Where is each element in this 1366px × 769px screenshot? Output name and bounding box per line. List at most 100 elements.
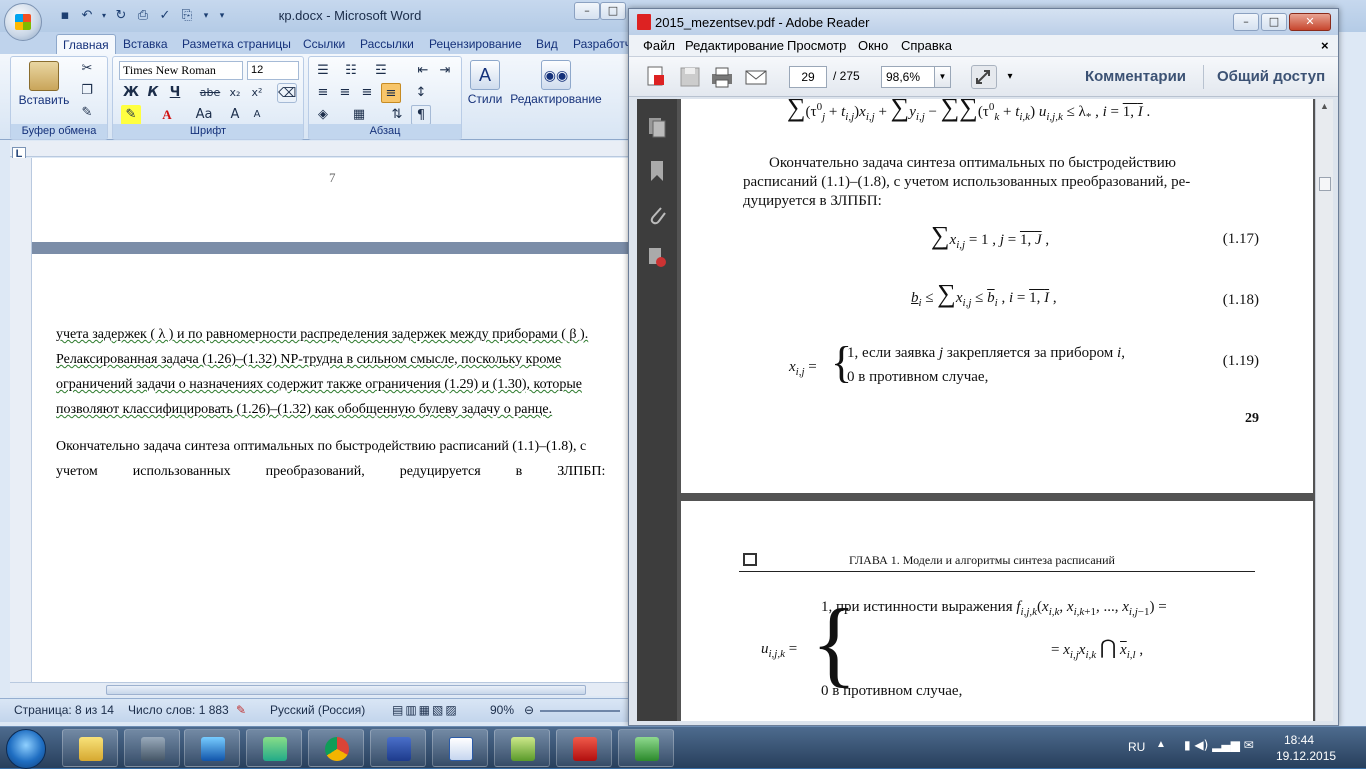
create-pdf-icon[interactable] bbox=[643, 65, 669, 89]
paste-button[interactable]: Вставить bbox=[17, 61, 71, 107]
align-right-icon[interactable]: ≡ bbox=[357, 83, 377, 103]
horizontal-ruler[interactable] bbox=[10, 141, 630, 157]
bullets-icon[interactable]: ☰ bbox=[313, 61, 333, 81]
taskbar-people[interactable] bbox=[246, 729, 302, 767]
taskbar-explorer[interactable] bbox=[62, 729, 118, 767]
taskbar-media[interactable] bbox=[184, 729, 240, 767]
zoom-slider[interactable] bbox=[540, 710, 620, 712]
page-thumbnails-icon[interactable] bbox=[646, 115, 668, 139]
page-count-status[interactable]: Страница: 8 из 14 bbox=[14, 703, 114, 717]
zoom-out-icon[interactable]: ⊖ bbox=[524, 703, 534, 717]
bookmarks-icon[interactable] bbox=[646, 159, 668, 183]
clear-formatting-icon[interactable]: ⌫ bbox=[277, 83, 297, 103]
shrink-font-icon[interactable]: A bbox=[247, 105, 267, 125]
grow-font-icon[interactable]: A bbox=[225, 105, 245, 125]
view-buttons[interactable]: ▤▥▦▧▨ bbox=[392, 703, 459, 717]
menu-window[interactable]: Окно bbox=[858, 38, 888, 53]
tray-icons[interactable]: ▮ ◀) ▂▄▆ ✉ bbox=[1184, 738, 1254, 752]
zoom-level[interactable]: 90% bbox=[490, 703, 514, 717]
line-spacing-icon[interactable]: ↕ bbox=[411, 83, 431, 103]
taskbar-app[interactable] bbox=[124, 729, 180, 767]
numbering-icon[interactable]: ☷ bbox=[341, 61, 361, 81]
comments-button[interactable]: Комментарии bbox=[1085, 68, 1186, 85]
word-count-status[interactable]: Число слов: 1 883 bbox=[128, 703, 229, 717]
pdf-document-view[interactable]: ∑(τ0j + ti,j)xi,j + ∑yi,j − ∑∑(τ0k + ti,… bbox=[677, 99, 1315, 721]
clock-date[interactable]: 19.12.2015 bbox=[1276, 749, 1336, 763]
toolbar-more-icon[interactable]: ▾ bbox=[1003, 65, 1017, 89]
taskbar-save[interactable] bbox=[370, 729, 426, 767]
taskbar-chrome[interactable] bbox=[308, 729, 364, 767]
bold-button[interactable]: Ж bbox=[121, 83, 141, 103]
close-document-icon[interactable]: × bbox=[1321, 38, 1329, 53]
align-left-icon[interactable]: ≡ bbox=[313, 83, 333, 103]
menu-file[interactable]: Файл bbox=[643, 38, 675, 53]
multilevel-list-icon[interactable]: ☲ bbox=[371, 61, 391, 81]
tab-mailings[interactable]: Рассылки bbox=[354, 34, 420, 54]
format-painter-icon[interactable]: ✎ bbox=[77, 103, 97, 123]
email-icon[interactable] bbox=[743, 65, 769, 89]
tray-expand-icon[interactable]: ▲ bbox=[1156, 739, 1166, 750]
reader-vertical-scrollbar[interactable]: ▲ bbox=[1315, 99, 1333, 721]
start-button[interactable] bbox=[6, 729, 46, 769]
menu-help[interactable]: Справка bbox=[901, 38, 952, 53]
proofing-icon[interactable]: ✎ bbox=[236, 703, 246, 717]
save-icon[interactable] bbox=[677, 65, 703, 89]
scrollbar-thumb[interactable] bbox=[106, 685, 586, 695]
share-button[interactable]: Общий доступ bbox=[1217, 68, 1325, 85]
tab-page-layout[interactable]: Разметка страницы bbox=[176, 34, 297, 54]
tab-insert[interactable]: Вставка bbox=[117, 34, 174, 54]
scroll-up-icon[interactable]: ▲ bbox=[1320, 101, 1329, 111]
print-icon[interactable] bbox=[709, 65, 735, 89]
zoom-input[interactable]: 98,6% bbox=[881, 66, 935, 88]
taskbar-adobe-reader[interactable] bbox=[556, 729, 612, 767]
word-document-area[interactable]: 7 учета задержек ( λ ) и по равномерност… bbox=[32, 158, 630, 682]
italic-button[interactable]: К bbox=[143, 83, 163, 103]
clock-time[interactable]: 18:44 bbox=[1284, 733, 1314, 747]
justify-icon[interactable]: ≡ bbox=[381, 83, 401, 103]
menu-view[interactable]: Просмотр bbox=[787, 38, 846, 53]
taskbar-word[interactable] bbox=[432, 729, 488, 767]
page-number-input[interactable]: 29 bbox=[789, 66, 827, 88]
change-case-icon[interactable]: Aa bbox=[191, 105, 217, 125]
highlight-icon[interactable]: ✎ bbox=[121, 105, 141, 125]
show-marks-icon[interactable]: ¶ bbox=[411, 105, 431, 125]
signatures-icon[interactable] bbox=[646, 245, 668, 269]
subscript-button[interactable]: x₂ bbox=[225, 83, 245, 103]
cut-icon[interactable]: ✂ bbox=[77, 59, 97, 79]
decrease-indent-icon[interactable]: ⇤ bbox=[413, 61, 433, 81]
office-button[interactable] bbox=[4, 3, 42, 41]
zoom-dropdown-icon[interactable]: ▼ bbox=[935, 66, 951, 88]
reader-maximize-button[interactable]: □ bbox=[1261, 13, 1287, 31]
editing-button[interactable]: ◉◉ Редактирование bbox=[510, 60, 602, 106]
shading-icon[interactable]: ◈ bbox=[313, 105, 333, 125]
increase-indent-icon[interactable]: ⇥ bbox=[435, 61, 455, 81]
reader-close-button[interactable]: ✕ bbox=[1289, 13, 1331, 31]
taskbar-calendar[interactable] bbox=[618, 729, 674, 767]
vertical-ruler[interactable] bbox=[10, 158, 32, 686]
word-maximize-button[interactable]: □ bbox=[600, 2, 626, 20]
taskbar-tool[interactable] bbox=[494, 729, 550, 767]
underline-button[interactable]: Ч bbox=[165, 83, 185, 103]
tab-references[interactable]: Ссылки bbox=[297, 34, 351, 54]
font-name-select[interactable]: Times New Roman bbox=[119, 61, 243, 80]
font-size-select[interactable]: 12 bbox=[247, 61, 299, 80]
tab-developer[interactable]: Разработч bbox=[567, 34, 637, 54]
language-status[interactable]: Русский (Россия) bbox=[270, 703, 365, 717]
word-minimize-button[interactable]: – bbox=[574, 2, 600, 20]
scrollbar-thumb[interactable] bbox=[1319, 177, 1331, 191]
superscript-button[interactable]: x² bbox=[247, 83, 267, 103]
reader-minimize-button[interactable]: – bbox=[1233, 13, 1259, 31]
menu-edit[interactable]: Редактирование bbox=[685, 38, 784, 53]
horizontal-scrollbar[interactable] bbox=[10, 682, 630, 696]
font-color-icon[interactable]: A bbox=[157, 105, 177, 125]
sort-icon[interactable]: ⇅ bbox=[387, 105, 407, 125]
tab-view[interactable]: Вид bbox=[530, 34, 564, 54]
strikethrough-button[interactable]: abe bbox=[197, 83, 223, 103]
language-indicator[interactable]: RU bbox=[1128, 740, 1145, 754]
attachments-icon[interactable] bbox=[646, 203, 668, 227]
tab-review[interactable]: Рецензирование bbox=[423, 34, 528, 54]
styles-button[interactable]: A Стили bbox=[466, 60, 504, 106]
copy-icon[interactable]: ❐ bbox=[77, 81, 97, 101]
fit-page-icon[interactable] bbox=[971, 65, 997, 89]
align-center-icon[interactable]: ≡ bbox=[335, 83, 355, 103]
